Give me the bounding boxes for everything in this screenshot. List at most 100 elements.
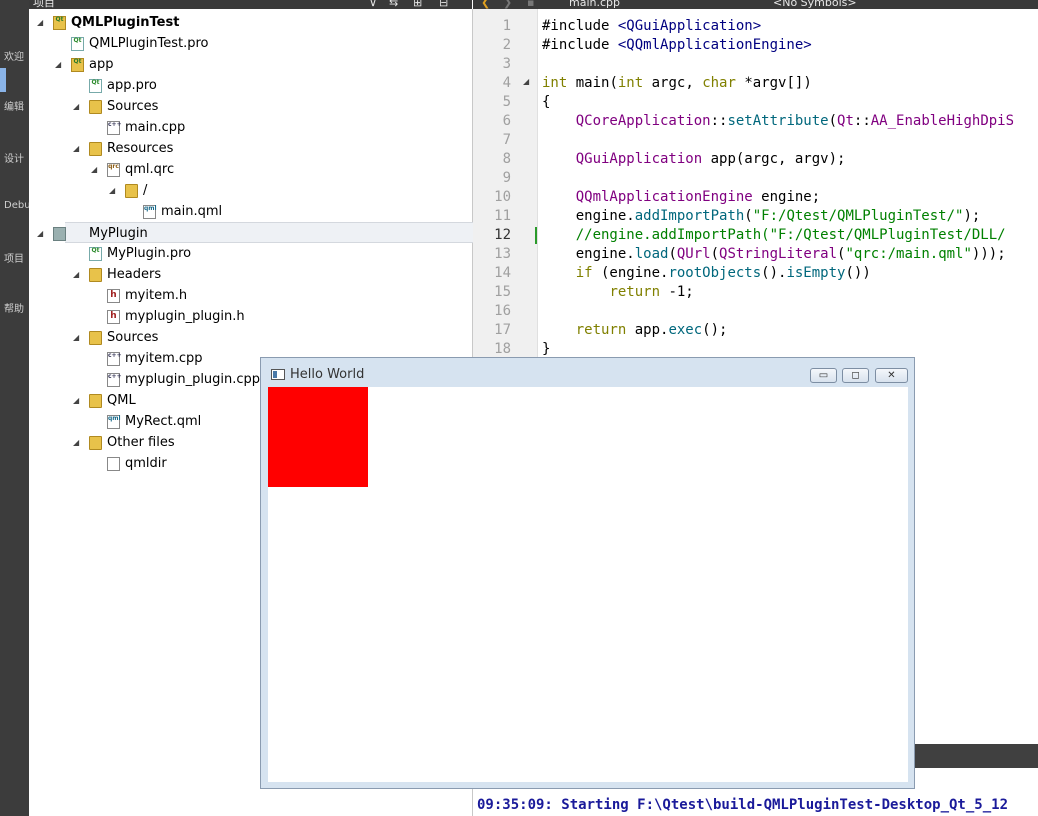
fold-marker-icon[interactable]: ◢ <box>523 77 529 86</box>
tree-item-label: QMLPluginTest <box>71 15 180 30</box>
mode-edit[interactable]: 编辑 <box>4 98 24 113</box>
expand-arrow-icon[interactable]: ◢ <box>73 138 79 159</box>
text-file-icon <box>107 457 120 471</box>
headers-folder-icon <box>89 268 102 282</box>
line-number: 7 <box>502 132 511 148</box>
line-number: 1 <box>502 18 511 34</box>
cpp-file-icon: c++ <box>107 373 122 387</box>
expand-arrow-icon[interactable]: ◢ <box>37 12 43 33</box>
header-file-icon: h <box>107 310 120 324</box>
code-line[interactable]: engine.addImportPath("F:/Qtest/QMLPlugin… <box>542 208 981 224</box>
tree-item-label: qmldir <box>125 456 167 471</box>
mode-welcome[interactable]: 欢迎 <box>4 48 24 63</box>
code-line[interactable]: if (engine.rootObjects().isEmpty()) <box>542 265 871 281</box>
project-panel-title: 项目 <box>33 0 55 9</box>
tree-item-main-qml[interactable]: qml main.qml <box>29 201 469 222</box>
expand-arrow-icon[interactable]: ◢ <box>73 96 79 117</box>
line-number: 11 <box>494 208 511 224</box>
line-number: 15 <box>494 284 511 300</box>
tree-item-sources[interactable]: ◢ Sources <box>29 96 469 117</box>
close-button[interactable]: ✕ <box>875 368 908 383</box>
tree-item-label: app <box>89 57 114 72</box>
tree-item-sources-2[interactable]: ◢ Sources <box>29 327 469 348</box>
expand-arrow-icon[interactable]: ◢ <box>73 390 79 411</box>
tree-item-main-cpp[interactable]: c++ main.cpp <box>29 117 469 138</box>
close-panel-icon[interactable]: ⊟ <box>439 0 448 8</box>
forward-arrow-icon[interactable]: ❯ <box>503 0 512 9</box>
link-icon[interactable]: ⇆ <box>389 0 398 8</box>
line-number: 18 <box>494 341 511 357</box>
qrc-file-icon: qrc <box>107 163 120 177</box>
tree-item-root-prefix[interactable]: ◢ / <box>29 180 469 201</box>
expand-arrow-icon[interactable]: ◢ <box>37 223 43 244</box>
maximize-button[interactable]: ◻ <box>842 368 869 383</box>
window-app-icon <box>271 369 285 380</box>
window-title: Hello World <box>290 367 365 382</box>
code-line[interactable]: { <box>542 94 550 110</box>
other-files-folder-icon <box>89 436 102 450</box>
close-icon: ✕ <box>887 370 896 381</box>
code-line[interactable]: QGuiApplication app(argc, argv); <box>542 151 846 167</box>
code-line[interactable]: } <box>542 341 550 357</box>
back-arrow-icon[interactable]: ❮ <box>481 0 490 9</box>
mode-design[interactable]: 设计 <box>4 150 24 165</box>
tree-item-app[interactable]: ◢ Qt app <box>29 54 469 75</box>
line-number: 17 <box>494 322 511 338</box>
mode-selected-indicator <box>0 68 6 92</box>
symbols-dropdown[interactable]: <No Symbols> <box>773 0 857 9</box>
code-line[interactable]: engine.load(QUrl(QStringLiteral("qrc:/ma… <box>542 246 1006 262</box>
code-line[interactable]: return -1; <box>542 284 693 300</box>
red-rectangle <box>268 387 368 487</box>
tree-item-myplugin[interactable]: ◢ MyPlugin <box>37 222 499 243</box>
tree-item-label: Resources <box>107 141 174 156</box>
maximize-icon: ◻ <box>851 370 860 381</box>
editor-toolbar: ❮ ❯ ▪ main.cpp <No Symbols> <box>473 0 1038 9</box>
code-line[interactable]: QCoreApplication::setAttribute(Qt::AA_En… <box>542 113 1014 129</box>
code-editor[interactable]: #include <QGuiApplication> #include <QQml… <box>538 9 1038 359</box>
expand-arrow-icon[interactable]: ◢ <box>55 54 61 75</box>
expand-arrow-icon[interactable]: ◢ <box>73 327 79 348</box>
tree-item-qml-qrc[interactable]: ◢ qrc qml.qrc <box>29 159 469 180</box>
expand-arrow-icon[interactable]: ◢ <box>91 159 97 180</box>
tree-item-myplugin-plugin-h[interactable]: h myplugin_plugin.h <box>29 306 469 327</box>
lock-icon: ▪ <box>527 0 535 9</box>
header-file-icon: h <box>107 289 120 303</box>
tree-item-qmlplugintest-pro[interactable]: Qt QMLPluginTest.pro <box>29 33 469 54</box>
line-number: 16 <box>494 303 511 319</box>
resources-folder-icon <box>89 142 102 156</box>
tree-item-myitem-h[interactable]: h myitem.h <box>29 285 469 306</box>
tree-item-qmlplugintest[interactable]: ◢ Qt QMLPluginTest <box>29 12 469 33</box>
expand-arrow-icon[interactable]: ◢ <box>109 180 115 201</box>
tree-item-myplugin-pro[interactable]: Qt MyPlugin.pro <box>29 243 469 264</box>
tree-item-app-pro[interactable]: Qt app.pro <box>29 75 469 96</box>
mode-help[interactable]: 帮助 <box>4 300 24 315</box>
split-icon[interactable]: ⊞ <box>413 0 422 8</box>
sources-folder-icon <box>89 331 102 345</box>
line-number: 14 <box>494 265 511 281</box>
qt-project-folder-icon: Qt <box>71 58 84 72</box>
code-line[interactable]: QQmlApplicationEngine engine; <box>542 189 820 205</box>
code-line[interactable]: //engine.addImportPath("F:/Qtest/QMLPlug… <box>542 227 1006 243</box>
file-tab[interactable]: main.cpp <box>569 0 620 9</box>
mode-projects[interactable]: 项目 <box>4 250 24 265</box>
mode-selector-bar: 欢迎 编辑 设计 Debug 项目 帮助 <box>0 0 37 816</box>
qt-project-folder-icon: Qt <box>53 16 66 30</box>
expand-arrow-icon[interactable]: ◢ <box>73 432 79 453</box>
tree-item-label: MyPlugin.pro <box>107 246 192 261</box>
code-line[interactable]: return app.exec(); <box>542 322 728 338</box>
tree-item-headers[interactable]: ◢ Headers <box>29 264 469 285</box>
output-text: 09:35:09: Starting F:\Qtest\build-QMLPlu… <box>477 797 1009 813</box>
minimize-button[interactable]: ▭ <box>810 368 837 383</box>
expand-arrow-icon[interactable]: ◢ <box>73 264 79 285</box>
line-number: 12 <box>494 227 511 243</box>
tree-item-label: main.qml <box>161 204 223 219</box>
tree-item-label: myitem.cpp <box>125 351 203 366</box>
code-line[interactable]: #include <QQmlApplicationEngine> <box>542 37 812 53</box>
code-line[interactable]: #include <QGuiApplication> <box>542 18 761 34</box>
application-output: 09:35:09: Starting F:\Qtest\build-QMLPlu… <box>473 790 1038 816</box>
tree-item-label: myitem.h <box>125 288 188 303</box>
library-project-icon <box>53 227 66 241</box>
tree-item-resources[interactable]: ◢ Resources <box>29 138 469 159</box>
code-line[interactable]: int main(int argc, char *argv[]) <box>542 75 812 91</box>
filter-icon[interactable]: ⊽ <box>369 0 377 8</box>
